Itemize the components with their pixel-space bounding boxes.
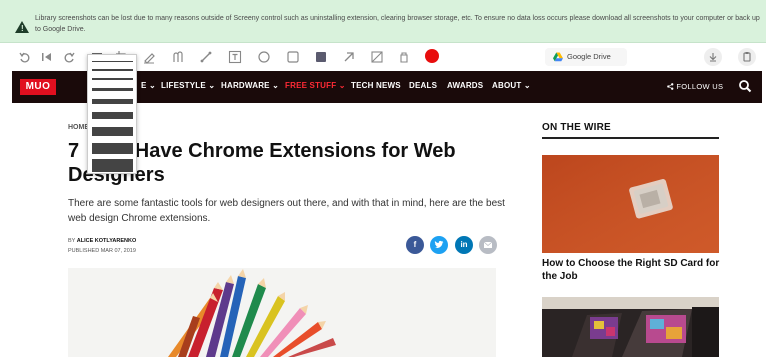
text-tool-icon[interactable] <box>228 50 242 64</box>
sidebar-heading: ON THE WIRE <box>542 122 611 133</box>
nav-item-about[interactable]: ABOUT ⌄ <box>492 81 531 90</box>
breadcrumb[interactable]: HOME <box>68 124 89 131</box>
rectangle-tool-icon[interactable] <box>286 50 300 64</box>
blur-tool-icon[interactable] <box>370 50 384 64</box>
nav-item-tech-news[interactable]: TECH NEWS <box>351 81 401 90</box>
byline: BY ALICE KOTLYARENKO PUBLISHED MAR 07, 2… <box>68 238 137 254</box>
arrow-tool-icon[interactable] <box>342 50 356 64</box>
sd-card-article-link[interactable]: How to Choose the Right SD Card for the … <box>542 257 722 283</box>
clipboard-icon <box>743 52 751 62</box>
nav-item-awards[interactable]: AWARDS <box>447 81 483 90</box>
skip-back-icon[interactable] <box>40 50 54 64</box>
linkedin-share-button[interactable]: in <box>455 236 473 254</box>
highlighter-icon[interactable] <box>171 50 185 64</box>
article-dek: There are some fantastic tools for web d… <box>68 198 505 224</box>
circle-tool-icon[interactable] <box>257 50 271 64</box>
undo-icon[interactable] <box>18 50 32 64</box>
twitter-icon <box>434 240 444 248</box>
author-link[interactable]: ALICE KOTLYARENKO <box>77 238 137 244</box>
color-picker-button[interactable] <box>425 49 439 63</box>
filled-rectangle-icon[interactable] <box>314 50 328 64</box>
email-share-button[interactable] <box>479 236 497 254</box>
warning-icon: ! <box>15 21 29 33</box>
line-width-option-2[interactable] <box>92 69 133 71</box>
line-width-option-5[interactable] <box>92 99 133 104</box>
download-icon <box>709 53 717 62</box>
search-icon[interactable] <box>738 79 752 93</box>
facebook-share-button[interactable]: f <box>406 236 424 254</box>
site-logo[interactable]: MUO <box>20 79 56 95</box>
line-width-option-4[interactable] <box>92 88 133 91</box>
google-drive-label: Google Drive <box>567 52 611 61</box>
publish-date: MAR 07, 2019 <box>100 248 136 254</box>
notice-banner: ! Library screenshots can be lost due to… <box>0 0 766 43</box>
sd-card-thumbnail[interactable] <box>542 155 719 253</box>
line-width-option-1[interactable] <box>92 61 133 62</box>
notice-message: Library screenshots can be lost due to m… <box>35 15 760 33</box>
sidebar-divider <box>542 137 719 139</box>
line-width-dropdown <box>87 54 137 174</box>
line-width-option-6[interactable] <box>92 112 133 119</box>
laptop-thumbnail[interactable] <box>542 297 719 357</box>
nav-item-hardware[interactable]: HARDWARE ⌄ <box>221 81 279 90</box>
line-width-option-9[interactable] <box>92 159 133 172</box>
email-icon <box>483 241 493 248</box>
nav-item-deals[interactable]: DEALS <box>409 81 437 90</box>
line-width-option-3[interactable] <box>92 78 133 80</box>
nav-item-lifestyle[interactable]: LIFESTYLE ⌄ <box>161 81 215 90</box>
download-button[interactable] <box>704 48 722 66</box>
google-drive-icon <box>553 52 563 62</box>
clipboard-button[interactable] <box>738 48 756 66</box>
follow-us-link[interactable]: FOLLOW US <box>667 82 723 91</box>
line-width-option-8[interactable] <box>92 143 133 154</box>
sticker-icon[interactable] <box>397 50 411 64</box>
redo-icon[interactable] <box>62 50 76 64</box>
pen-icon[interactable] <box>142 50 156 64</box>
share-icon <box>667 83 674 90</box>
twitter-share-button[interactable] <box>430 236 448 254</box>
google-drive-button[interactable]: Google Drive <box>545 48 627 66</box>
nav-item-free-stuff[interactable]: FREE STUFF ⌄ <box>285 81 346 90</box>
line-width-option-7[interactable] <box>92 127 133 136</box>
nav-item-partial[interactable]: E ⌄ <box>141 81 156 90</box>
article-hero-image <box>68 268 496 357</box>
line-tool-icon[interactable] <box>199 50 213 64</box>
